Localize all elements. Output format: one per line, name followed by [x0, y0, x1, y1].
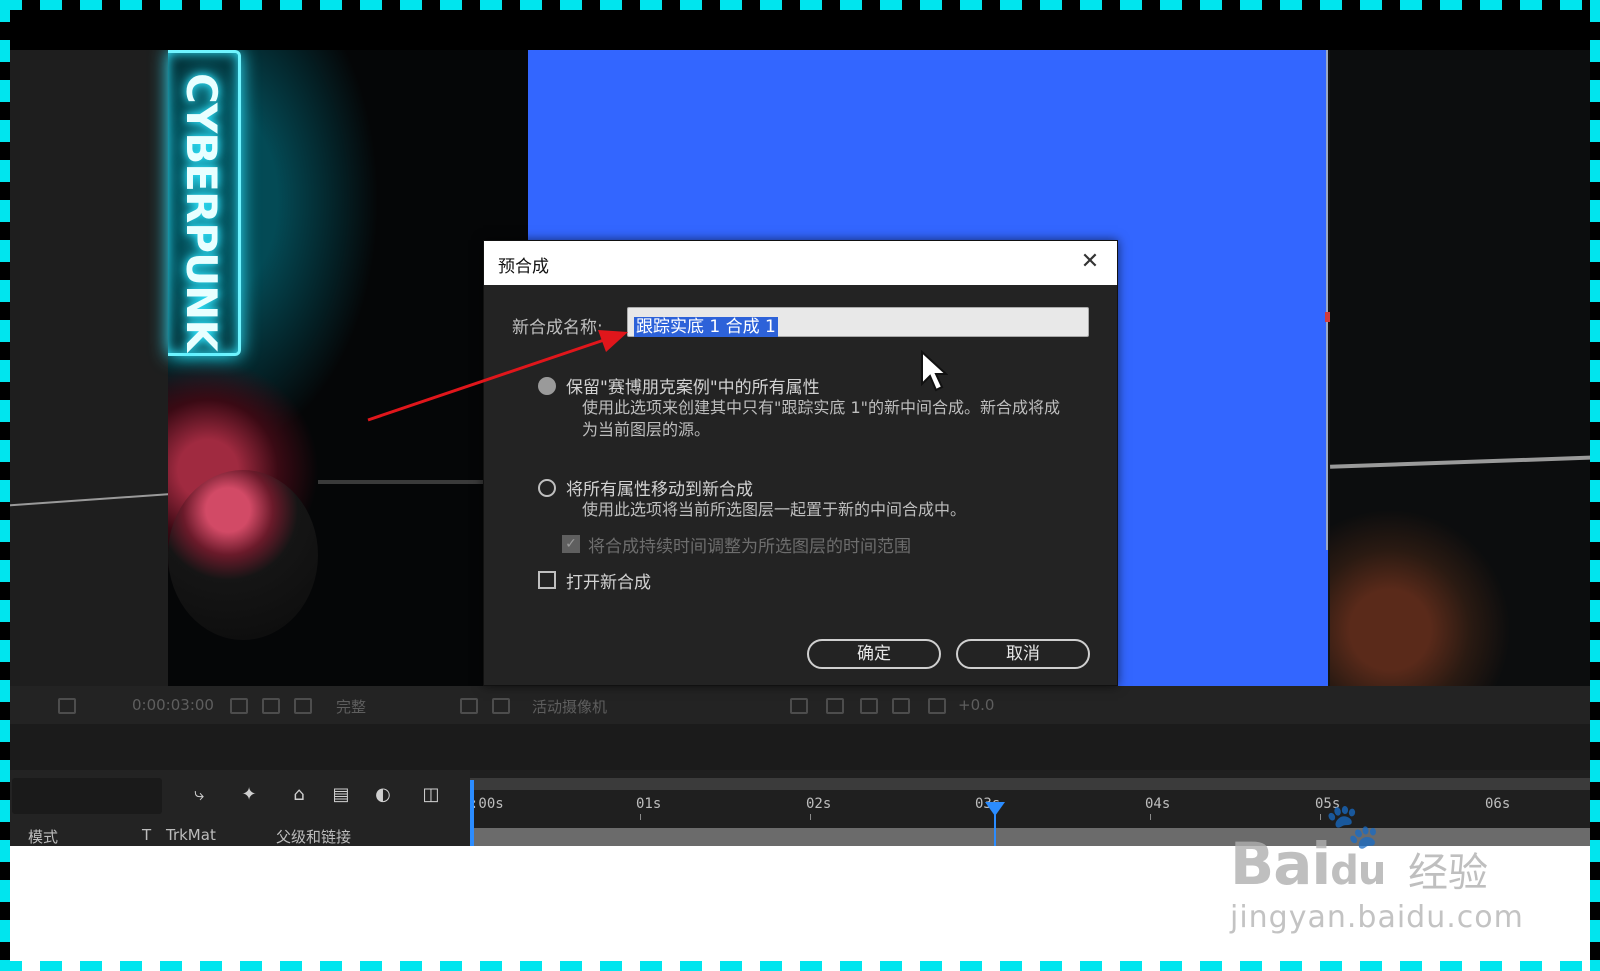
timeline-tools: ⤷ ✦ ⌂ ▤ ◐ ◫ — [0, 770, 470, 824]
ok-button[interactable]: 确定 — [807, 639, 941, 669]
layer-search-input[interactable] — [12, 778, 162, 814]
exposure-value[interactable]: +0.0 — [958, 696, 994, 714]
graph-editor-icon[interactable]: ◫ — [420, 784, 442, 806]
resolution-dropdown[interactable]: 完整 — [336, 696, 366, 717]
tick-label: 02s — [806, 796, 832, 812]
view-layout-icon[interactable] — [790, 698, 808, 714]
option-move-attributes-radio[interactable] — [538, 479, 556, 497]
camera-dropdown[interactable]: 活动摄像机 — [532, 696, 607, 717]
watermark-brand: Baidu — [1230, 830, 1386, 898]
option-move-attributes-label[interactable]: 将所有属性移动到新合成 — [566, 475, 753, 500]
show-snapshot-icon[interactable] — [262, 698, 280, 714]
neon-scene: CYBERPUNK — [168, 50, 538, 686]
open-new-comp-checkbox[interactable] — [538, 571, 556, 589]
timeline-toggle-icon[interactable] — [860, 698, 878, 714]
composition-name-value: 跟踪实底 1 合成 1 — [634, 317, 778, 337]
neon-sign: CYBERPUNK — [168, 50, 241, 356]
composition-name-input[interactable]: 跟踪实底 1 合成 1 — [627, 307, 1089, 337]
dialog-title: 预合成 — [498, 257, 549, 277]
fast-preview-icon[interactable] — [826, 698, 844, 714]
column-t[interactable]: T — [142, 826, 151, 844]
timeline-header-band — [0, 724, 1600, 770]
neon-sign-text: CYBERPUNK — [177, 73, 226, 351]
option-move-attributes-desc: 使用此选项将当前所选图层一起置于新的中间合成中。 — [582, 500, 967, 519]
tick-label: 01s — [636, 796, 662, 812]
grid-icon[interactable] — [58, 698, 76, 714]
frame-bottom-border — [0, 961, 1600, 971]
column-trkmat[interactable]: TrkMat — [166, 826, 216, 844]
watermark-url: jingyan.baidu.com — [1230, 900, 1524, 935]
baidu-watermark: 🐾 Baidu 经验 jingyan.baidu.com — [1230, 800, 1530, 940]
tick-label: :00s — [470, 796, 504, 812]
dialog-titlebar[interactable]: 预合成 ✕ — [484, 241, 1117, 285]
column-mode[interactable]: 模式 — [28, 826, 58, 847]
composition-flowchart-icon[interactable]: ⤷ — [188, 784, 210, 806]
layer-column-headers: 模式 T TrkMat 父级和链接 — [0, 824, 470, 846]
reset-exposure-icon[interactable] — [928, 698, 946, 714]
playhead-handle[interactable] — [985, 802, 1005, 816]
draft-3d-icon[interactable]: ✦ — [238, 784, 260, 806]
composition-toolbar: 0:00:03:00 完整 活动摄像机 +0.0 — [0, 686, 1600, 724]
viewer-right-scene — [1330, 50, 1600, 686]
option-keep-attributes-label[interactable]: 保留"赛博朋克案例"中的所有属性 — [566, 373, 820, 398]
composition-name-label: 新合成名称: — [512, 318, 603, 338]
watermark-brand-cn: 经验 — [1408, 850, 1488, 896]
close-icon[interactable]: ✕ — [1077, 249, 1103, 275]
tick-label: 04s — [1145, 796, 1171, 812]
open-new-comp-label[interactable]: 打开新合成 — [566, 568, 651, 593]
transparency-grid-icon[interactable] — [492, 698, 510, 714]
motion-blur-icon[interactable]: ◐ — [372, 784, 394, 806]
option-keep-attributes-radio[interactable] — [538, 377, 556, 395]
frame-blending-icon[interactable]: ▤ — [330, 784, 352, 806]
mouse-cursor-icon — [921, 350, 948, 392]
shy-layers-icon[interactable]: ⌂ — [288, 784, 310, 806]
timecode[interactable]: 0:00:03:00 — [132, 696, 214, 714]
dark-ball — [168, 470, 318, 640]
timeline-start-marker — [470, 780, 474, 846]
color-channel-icon[interactable] — [294, 698, 312, 714]
cancel-button[interactable]: 取消 — [956, 639, 1090, 669]
adjust-duration-label: 将合成持续时间调整为所选图层的时间范围 — [588, 537, 911, 557]
adjust-duration-checkbox[interactable]: ✓ — [562, 535, 580, 553]
work-area-bar[interactable] — [470, 778, 1600, 790]
option-keep-attributes-desc: 使用此选项来创建其中只有"跟踪实底 1"的新中间合成。新合成将成为当前图层的源。 — [582, 398, 1060, 439]
region-of-interest-icon[interactable] — [460, 698, 478, 714]
flowchart-icon[interactable] — [892, 698, 910, 714]
precompose-dialog: 预合成 ✕ 新合成名称: 跟踪实底 1 合成 1 保留"赛博朋克案例"中的所有属… — [483, 240, 1118, 686]
snapshot-icon[interactable] — [230, 698, 248, 714]
top-black-band — [0, 0, 1600, 50]
viewer-left-scene — [0, 50, 170, 686]
column-parent-link[interactable]: 父级和链接 — [276, 826, 351, 847]
